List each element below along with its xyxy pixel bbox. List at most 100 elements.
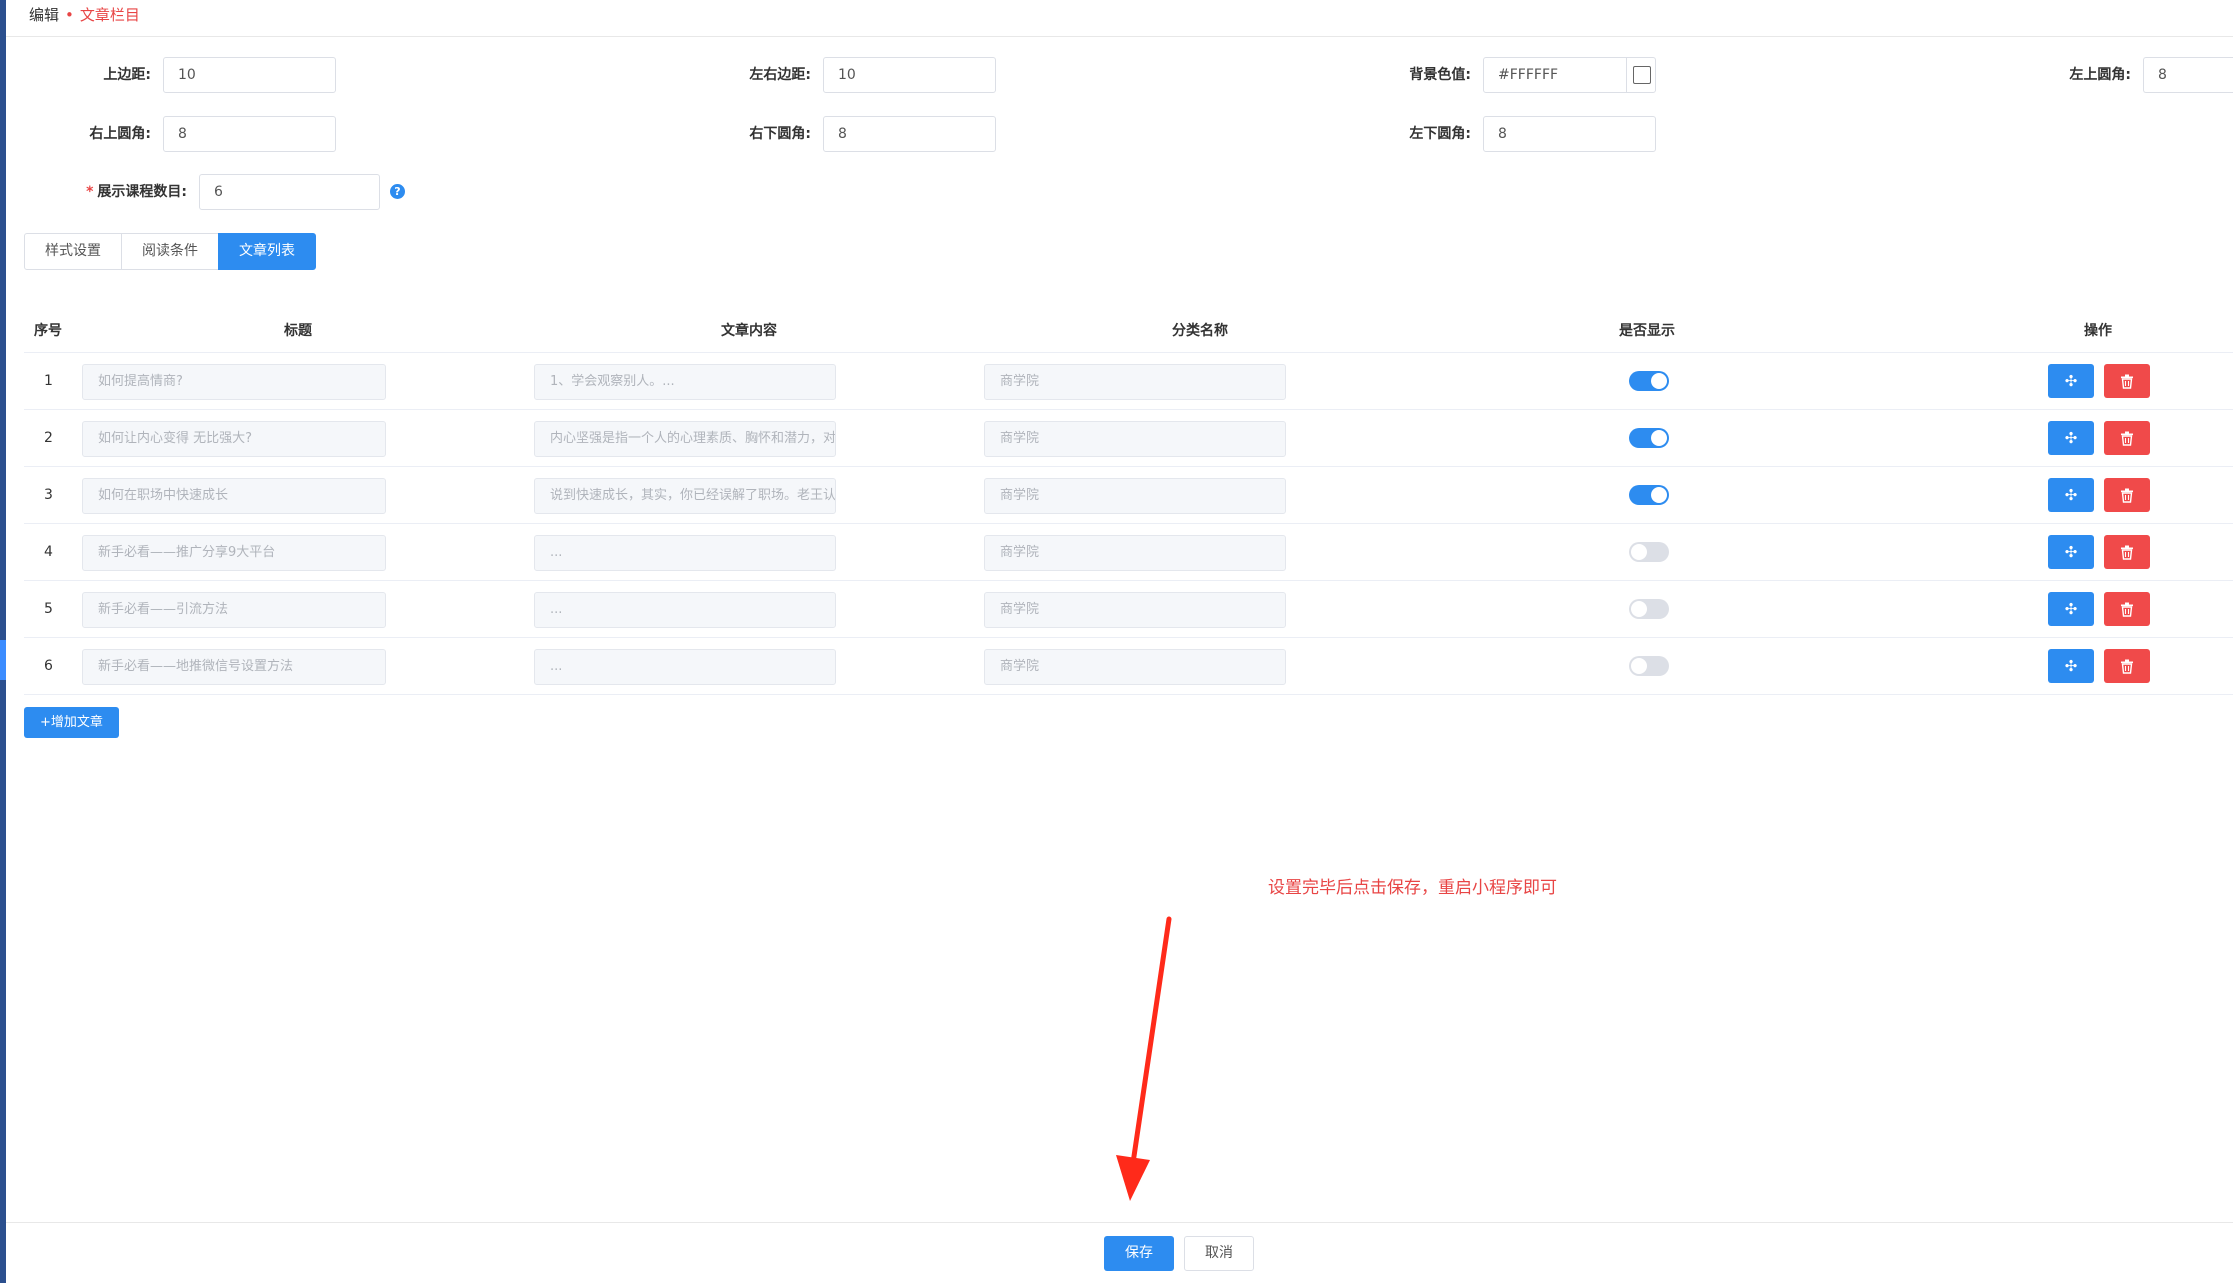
add-article-button[interactable]: +增加文章 bbox=[24, 707, 119, 738]
radius-top-left-field: 左上圆角: bbox=[2069, 57, 2233, 93]
row-title-input[interactable]: 新手必看——推广分享9大平台 bbox=[82, 535, 386, 571]
radius-top-right-input[interactable] bbox=[163, 116, 336, 152]
annotation-note: 设置完毕后点击保存，重启小程序即可 bbox=[1268, 878, 1557, 898]
row-title-input[interactable]: 如何在职场中快速成长 bbox=[82, 478, 386, 514]
row-index: 1 bbox=[44, 373, 53, 389]
row-category-input[interactable]: 商学院 bbox=[984, 649, 1286, 685]
radius-top-right-field: 右上圆角: bbox=[89, 116, 336, 152]
delete-button[interactable] bbox=[2104, 649, 2150, 683]
row-title-input[interactable]: 新手必看——地推微信号设置方法 bbox=[82, 649, 386, 685]
tab-reading-conditions[interactable]: 阅读条件 bbox=[121, 233, 219, 270]
visibility-toggle[interactable] bbox=[1629, 428, 1669, 448]
move-icon: ✣ bbox=[2064, 486, 2078, 504]
trash-icon bbox=[2121, 602, 2133, 617]
row-title-input[interactable]: 新手必看——引流方法 bbox=[82, 592, 386, 628]
row-category-input[interactable]: 商学院 bbox=[984, 364, 1286, 400]
delete-button[interactable] bbox=[2104, 478, 2150, 512]
row-title-input[interactable]: 如何提高情商? bbox=[82, 364, 386, 400]
cancel-button[interactable]: 取消 bbox=[1184, 1236, 1254, 1271]
visibility-toggle[interactable] bbox=[1629, 599, 1669, 619]
course-count-input[interactable] bbox=[199, 174, 380, 210]
row-category-input[interactable]: 商学院 bbox=[984, 535, 1286, 571]
toggle-knob bbox=[1651, 373, 1667, 389]
visibility-toggle[interactable] bbox=[1629, 656, 1669, 676]
left-rail-marker bbox=[0, 640, 6, 680]
trash-icon bbox=[2121, 545, 2133, 560]
visibility-toggle[interactable] bbox=[1629, 485, 1669, 505]
move-button[interactable]: ✣ bbox=[2048, 535, 2094, 569]
visibility-toggle[interactable] bbox=[1629, 542, 1669, 562]
radius-bottom-left-input[interactable] bbox=[1483, 116, 1656, 152]
color-picker-button[interactable] bbox=[1626, 57, 1656, 93]
side-margin-input[interactable] bbox=[823, 57, 996, 93]
page-header: 编辑 • 文章栏目 bbox=[6, 0, 2233, 37]
move-button[interactable]: ✣ bbox=[2048, 478, 2094, 512]
toggle-knob bbox=[1631, 658, 1647, 674]
course-count-field: * 展示课程数目: bbox=[86, 174, 380, 210]
table-row: 3 如何在职场中快速成长 说到快速成长，其实，你已经误解了职场。老王认为，职场根本就… bbox=[24, 467, 2233, 524]
top-margin-field: 上边距: bbox=[103, 57, 336, 93]
save-button[interactable]: 保存 bbox=[1104, 1236, 1174, 1271]
row-content-input[interactable]: ... bbox=[534, 592, 836, 628]
radius-top-left-label: 左上圆角: bbox=[2069, 67, 2131, 83]
delete-button[interactable] bbox=[2104, 592, 2150, 626]
move-button[interactable]: ✣ bbox=[2048, 649, 2094, 683]
move-button[interactable]: ✣ bbox=[2048, 364, 2094, 398]
help-icon[interactable]: ? bbox=[390, 184, 405, 199]
top-margin-input[interactable] bbox=[163, 57, 336, 93]
radius-top-left-input[interactable] bbox=[2143, 57, 2233, 93]
radius-bottom-right-field: 右下圆角: bbox=[749, 116, 996, 152]
row-category-input[interactable]: 商学院 bbox=[984, 592, 1286, 628]
tab-style-settings[interactable]: 样式设置 bbox=[24, 233, 122, 270]
toggle-knob bbox=[1631, 601, 1647, 617]
move-icon: ✣ bbox=[2064, 372, 2078, 390]
table-header: 序号 标题 文章内容 分类名称 是否显示 操作 bbox=[24, 310, 2233, 353]
breadcrumb-title: 编辑 bbox=[29, 6, 60, 24]
table-row: 4 新手必看——推广分享9大平台... 商学院 ✣ bbox=[24, 524, 2233, 581]
delete-button[interactable] bbox=[2104, 364, 2150, 398]
table-row: 5 新手必看——引流方法... 商学院 ✣ bbox=[24, 581, 2233, 638]
header-title: 标题 bbox=[284, 323, 312, 339]
settings-tabs: 样式设置 阅读条件 文章列表 bbox=[24, 233, 316, 270]
row-index: 5 bbox=[44, 601, 53, 617]
trash-icon bbox=[2121, 431, 2133, 446]
top-margin-label: 上边距: bbox=[103, 67, 151, 83]
course-count-label: * 展示课程数目: bbox=[86, 174, 187, 210]
header-visible: 是否显示 bbox=[1619, 323, 1675, 339]
breadcrumb-subtitle: 文章栏目 bbox=[79, 6, 140, 24]
delete-button[interactable] bbox=[2104, 421, 2150, 455]
color-swatch bbox=[1632, 66, 1651, 84]
row-category-input[interactable]: 商学院 bbox=[984, 421, 1286, 457]
header-actions: 操作 bbox=[2084, 323, 2112, 339]
header-category: 分类名称 bbox=[1172, 323, 1228, 339]
breadcrumb-dot: • bbox=[65, 6, 74, 24]
row-content-input[interactable]: 1、学会观察别人。... bbox=[534, 364, 836, 400]
left-rail bbox=[0, 0, 6, 1283]
side-margin-label: 左右边距: bbox=[749, 67, 811, 83]
move-icon: ✣ bbox=[2064, 543, 2078, 561]
move-button[interactable]: ✣ bbox=[2048, 592, 2094, 626]
course-count-label-text: 展示课程数目: bbox=[97, 184, 187, 200]
toggle-knob bbox=[1651, 430, 1667, 446]
move-button[interactable]: ✣ bbox=[2048, 421, 2094, 455]
radius-bottom-right-input[interactable] bbox=[823, 116, 996, 152]
delete-button[interactable] bbox=[2104, 535, 2150, 569]
row-index: 4 bbox=[44, 544, 53, 560]
trash-icon bbox=[2121, 659, 2133, 674]
toggle-knob bbox=[1631, 544, 1647, 560]
visibility-toggle[interactable] bbox=[1629, 371, 1669, 391]
row-content-input[interactable]: ... bbox=[534, 535, 836, 571]
trash-icon bbox=[2121, 374, 2133, 389]
row-content-input[interactable]: 说到快速成长，其实，你已经误解了职场。老王认为，职场根本就 bbox=[534, 478, 836, 514]
row-content-input[interactable]: 内心坚强是指一个人的心理素质、胸怀和潜力，对未来充满希望和 bbox=[534, 421, 836, 457]
move-icon: ✣ bbox=[2064, 600, 2078, 618]
row-index: 3 bbox=[44, 487, 53, 503]
annotation-arrow-icon bbox=[1116, 916, 1172, 1201]
tab-article-list[interactable]: 文章列表 bbox=[218, 233, 316, 270]
row-category-input[interactable]: 商学院 bbox=[984, 478, 1286, 514]
toggle-knob bbox=[1651, 487, 1667, 503]
radius-bottom-left-label: 左下圆角: bbox=[1409, 126, 1471, 142]
row-content-input[interactable]: ... bbox=[534, 649, 836, 685]
side-margin-field: 左右边距: bbox=[749, 57, 996, 93]
row-title-input[interactable]: 如何让内心变得 无比强大? bbox=[82, 421, 386, 457]
